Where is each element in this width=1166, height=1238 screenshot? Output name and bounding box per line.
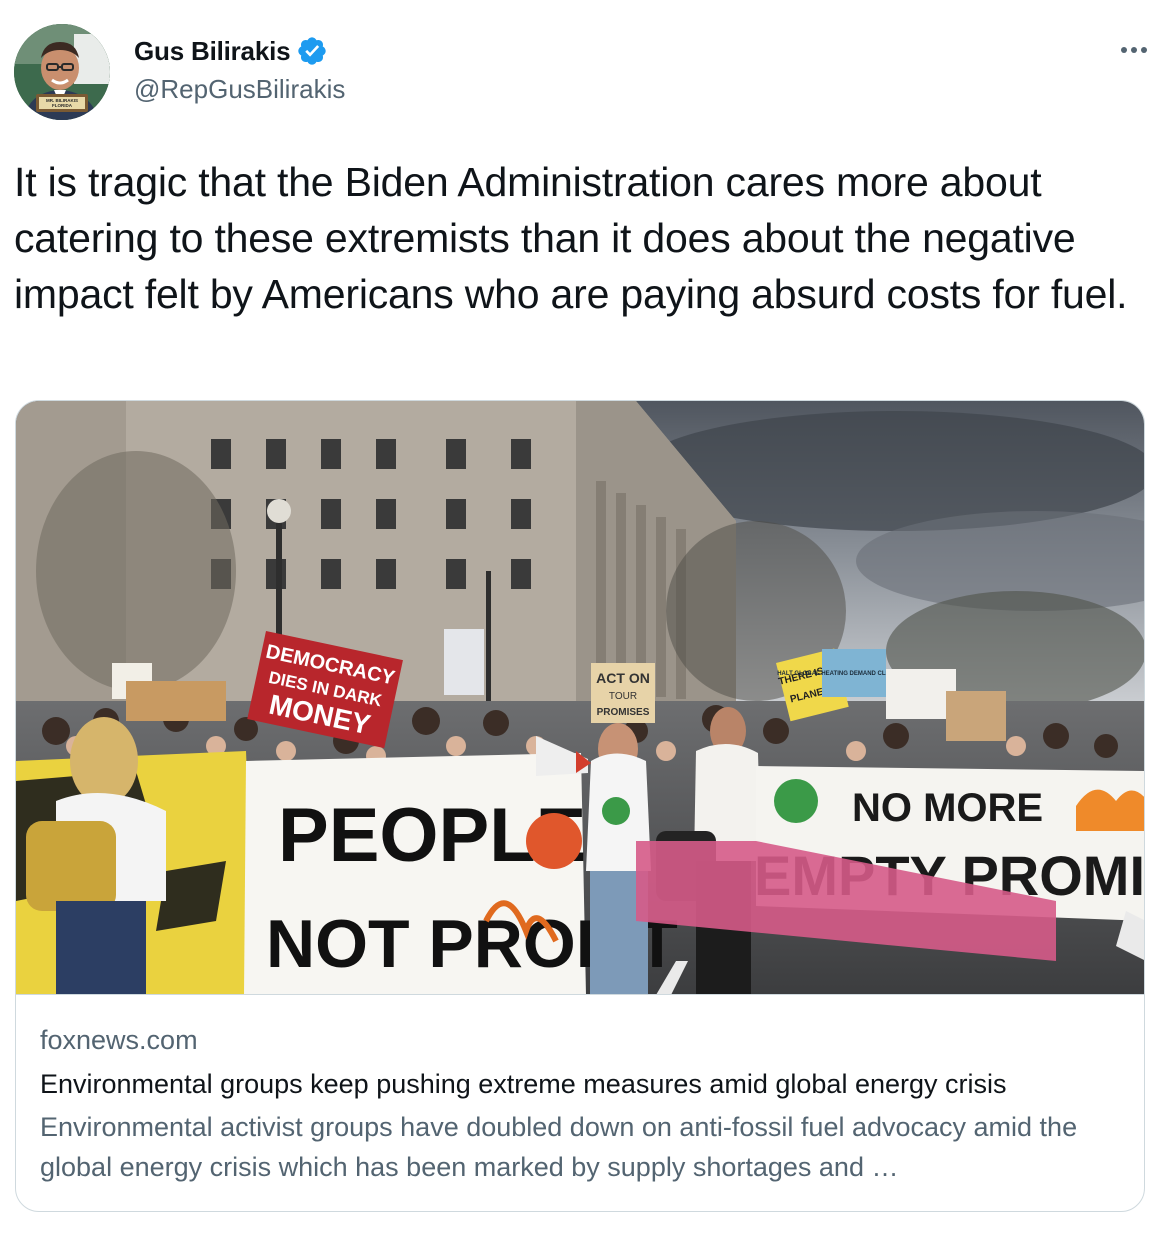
card-image[interactable]: DEMOCRACY DIES IN DARK MONEY ACT ON TOUR… — [16, 401, 1144, 995]
card-description: Environmental activist groups have doubl… — [40, 1112, 1078, 1182]
card-domain: foxnews.com — [40, 1025, 198, 1055]
sign-tour: TOUR — [609, 691, 637, 702]
sign-small — [886, 669, 956, 719]
card-meta: foxnews.com Environmental groups keep pu… — [40, 1023, 1120, 1187]
author-handle[interactable]: @RepGusBilirakis — [134, 74, 345, 105]
more-dot — [1131, 47, 1137, 53]
author-display-name[interactable]: Gus Bilirakis — [134, 36, 291, 67]
protest-photo: DEMOCRACY DIES IN DARK MONEY ACT ON TOUR… — [16, 401, 1144, 994]
banner-no-more: NO MORE — [852, 786, 1043, 830]
more-dot — [1121, 47, 1127, 53]
verified-badge-icon — [298, 37, 327, 65]
author-names: Gus Bilirakis @RepGusBilirakis — [134, 34, 345, 105]
sign-small — [444, 629, 484, 695]
tweet-text: It is tragic that the Biden Administrati… — [14, 159, 1128, 317]
author-avatar[interactable]: MR. BILIRAKIS FLORIDA — [14, 24, 110, 120]
link-preview-card[interactable]: DEMOCRACY DIES IN DARK MONEY ACT ON TOUR… — [15, 400, 1145, 1212]
svg-text:FLORIDA: FLORIDA — [52, 103, 73, 108]
sign-small — [126, 681, 226, 721]
more-dot — [1141, 47, 1147, 53]
sign-small — [946, 691, 1006, 741]
sign-promises: PROMISES — [597, 707, 650, 718]
more-horizontal-icon[interactable] — [1114, 38, 1154, 62]
avatar-photo: MR. BILIRAKIS FLORIDA — [14, 24, 110, 120]
display-name-row: Gus Bilirakis — [134, 34, 345, 68]
tweet-header: MR. BILIRAKIS FLORIDA Gus Bilirakis @Rep… — [14, 24, 1154, 120]
card-title[interactable]: Environmental groups keep pushing extrem… — [40, 1067, 1120, 1101]
sign-act-on: ACT ON — [596, 670, 650, 686]
